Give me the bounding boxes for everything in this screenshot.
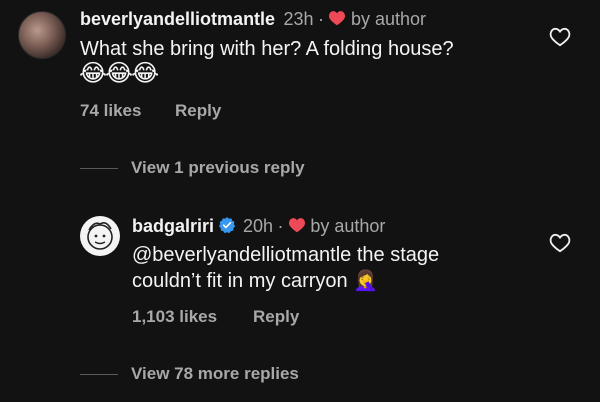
view-previous-replies[interactable]: View 1 previous reply bbox=[131, 158, 305, 178]
likes-count[interactable]: 1,103 likes bbox=[132, 307, 217, 327]
comment-time: 20h bbox=[242, 216, 273, 236]
thread-divider bbox=[80, 374, 118, 375]
heart-filled-icon bbox=[328, 10, 346, 31]
comment-username[interactable]: beverlyandelliotmantle bbox=[80, 9, 275, 29]
mention-link[interactable]: @beverlyandelliotmantle bbox=[132, 244, 351, 266]
reply-button[interactable]: Reply bbox=[253, 307, 299, 327]
comment-username[interactable]: badgalriri bbox=[132, 216, 214, 236]
likes-count[interactable]: 74 likes bbox=[80, 101, 141, 121]
view-more-replies[interactable]: View 78 more replies bbox=[131, 364, 299, 384]
meta-separator: · bbox=[318, 9, 325, 29]
comment-emoji: 🤦‍♀️ bbox=[353, 270, 379, 292]
comment-text: What she bring with her? A folding house… bbox=[80, 38, 454, 60]
avatar[interactable] bbox=[80, 216, 120, 256]
comment-text-part: couldn’t fit in my carryon bbox=[132, 270, 348, 292]
comment-header: beverlyandelliotmantle 23h · by author bbox=[80, 9, 426, 31]
avatar-sketch-icon bbox=[87, 222, 113, 250]
comment-time: 23h bbox=[283, 9, 314, 29]
reply-button[interactable]: Reply bbox=[175, 101, 221, 121]
author-like-badge: by author bbox=[350, 9, 426, 29]
comment-text-part: the stage bbox=[351, 244, 440, 266]
comment-emoji: 😂😂😂 bbox=[79, 60, 159, 87]
heart-outline-icon[interactable] bbox=[549, 233, 571, 258]
verified-badge-icon bbox=[218, 216, 236, 239]
meta-separator: · bbox=[277, 216, 284, 236]
comment-header: badgalriri 20h · by author bbox=[132, 216, 385, 239]
comment-text: @beverlyandelliotmantle the stage bbox=[132, 242, 439, 269]
heart-filled-icon bbox=[288, 217, 306, 238]
avatar[interactable] bbox=[18, 11, 66, 59]
author-like-badge: by author bbox=[310, 216, 386, 236]
thread-divider bbox=[80, 168, 118, 169]
comment-text-line2: couldn’t fit in my carryon 🤦‍♀️ bbox=[132, 268, 378, 295]
heart-outline-icon[interactable] bbox=[549, 27, 571, 52]
